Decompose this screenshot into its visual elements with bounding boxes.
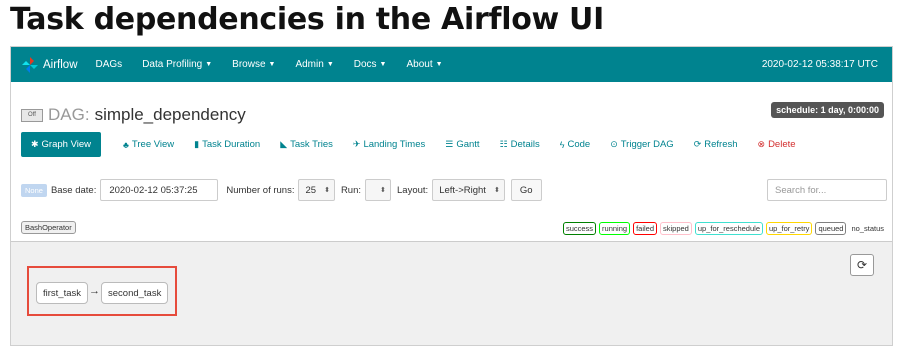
plane-icon: ◣ [280, 139, 288, 149]
dag-graph-canvas[interactable]: ⟳ first_task → second_task [11, 241, 892, 345]
bar-chart-icon: ▮ [194, 139, 200, 149]
state-skipped[interactable]: skipped [660, 222, 692, 235]
chevron-down-icon: ▼ [268, 61, 276, 68]
tab-label: Code [567, 139, 591, 150]
delete-icon: ⊗ [757, 139, 766, 149]
base-date-input[interactable]: 2020-02-12 05:37:25 [100, 179, 219, 201]
refresh-icon: ⟳ [693, 139, 702, 149]
chevron-down-icon: ▼ [379, 61, 387, 68]
tab-label: Refresh [704, 139, 738, 150]
nav-docs[interactable]: Docs ▼ [354, 59, 387, 70]
tab-task-tries[interactable]: ◣ Task Tries [280, 139, 333, 150]
view-tabs: ✱ Graph View ♣ Tree View ▮ Task Duration ◣ T… [21, 132, 816, 157]
landing-icon: ✈ [352, 139, 361, 149]
nav-label: Browse [232, 59, 266, 70]
updown-icon: ⬍ [380, 187, 386, 194]
dependency-arrow: → [89, 285, 100, 297]
state-running[interactable]: running [599, 222, 631, 235]
state-success[interactable]: success [562, 222, 597, 235]
search-input[interactable]: Search for... [767, 179, 887, 201]
slide-title: Task dependencies in the Airflow UI [10, 2, 604, 37]
chevron-down-icon: ▼ [435, 61, 443, 68]
top-navbar: Airflow DAGs Data Profiling ▼ Browse ▼ Adm… [11, 47, 892, 82]
schedule-badge: schedule: 1 day, 0:00:00 [771, 102, 884, 118]
nav-about[interactable]: About ▼ [406, 59, 442, 70]
tab-label: Task Duration [202, 139, 261, 150]
play-circle-icon: ⊙ [610, 139, 618, 149]
tab-details[interactable]: ☷ Details [500, 139, 540, 150]
updown-icon: ⬍ [324, 187, 330, 194]
base-date-value: 2020-02-12 05:37:25 [109, 184, 198, 196]
layout-value: Left->Right [439, 184, 486, 196]
chevron-down-icon: ▼ [205, 61, 213, 68]
state-legend: success running failed skipped up_for_re… [560, 222, 886, 235]
runs-label: Number of runs: [226, 184, 295, 196]
tab-label: Details [510, 139, 540, 150]
tab-label: Graph View [41, 139, 92, 150]
flash-icon: ϟ [559, 139, 565, 150]
tab-task-duration[interactable]: ▮ Task Duration [194, 139, 260, 150]
list-icon: ☷ [499, 139, 508, 149]
nav-label: Docs [353, 59, 377, 70]
nav-dags[interactable]: DAGs [96, 59, 123, 70]
airflow-logo[interactable]: Airflow [21, 56, 78, 74]
tab-label: Landing Times [363, 139, 426, 150]
tab-label: Delete [768, 139, 796, 150]
gantt-icon: ☰ [445, 139, 454, 149]
nav-label: Data Profiling [142, 59, 203, 70]
state-no-status[interactable]: no_status [849, 223, 886, 234]
none-badge: None [21, 183, 47, 197]
task-node-second-task[interactable]: second_task [101, 282, 169, 304]
go-button[interactable]: Go [510, 179, 542, 201]
run-select[interactable]: ⬍ [365, 179, 392, 201]
nav-browse[interactable]: Browse ▼ [232, 59, 275, 70]
nav-data-profiling[interactable]: Data Profiling ▼ [142, 59, 212, 70]
tree-icon: ♣ [123, 139, 129, 150]
tab-tree-view[interactable]: ♣ Tree View [123, 139, 174, 150]
graph-controls: None Base date: 2020-02-12 05:37:25 Numb… [21, 179, 542, 201]
runs-value: 25 [305, 184, 317, 196]
operator-legend-chip: BashOperator [21, 221, 76, 234]
layout-select[interactable]: Left->Right ⬍ [432, 179, 505, 201]
refresh-icon: ⟳ [856, 258, 868, 272]
tab-label: Task Tries [290, 139, 333, 150]
updown-icon: ⬍ [493, 187, 500, 194]
nav-label: DAGs [95, 59, 123, 70]
tab-gantt[interactable]: ☰ Gantt [445, 139, 479, 150]
base-date-label: Base date: [50, 184, 97, 196]
tab-trigger-dag[interactable]: ⊙ Trigger DAG [610, 139, 674, 150]
tab-refresh[interactable]: ⟳ Refresh [694, 139, 738, 150]
nav-label: Admin [295, 59, 324, 70]
state-failed[interactable]: failed [633, 222, 657, 235]
brand-name: Airflow [43, 58, 78, 71]
asterisk-icon: ✱ [31, 139, 39, 149]
dag-label: DAG: [48, 105, 90, 124]
chevron-down-icon: ▼ [326, 61, 334, 68]
utc-clock: 2020-02-12 05:38:17 UTC [761, 59, 878, 70]
state-up-for-retry[interactable]: up_for_retry [766, 222, 813, 235]
refresh-graph-button[interactable]: ⟳ [850, 254, 874, 276]
nav-admin[interactable]: Admin ▼ [295, 59, 333, 70]
runs-select[interactable]: 25 ⬍ [298, 179, 335, 201]
nav-label: About [406, 59, 433, 70]
layout-label: Layout: [397, 184, 429, 196]
airflow-window: Airflow DAGs Data Profiling ▼ Browse ▼ Adm… [10, 46, 893, 346]
tab-label: Tree View [131, 139, 175, 150]
tab-delete[interactable]: ⊗ Delete [758, 139, 796, 150]
dag-pause-toggle[interactable]: Off [21, 108, 43, 122]
tab-label: Trigger DAG [620, 139, 674, 150]
state-up-for-reschedule[interactable]: up_for_reschedule [694, 222, 763, 235]
task-node-first-task[interactable]: first_task [36, 282, 89, 304]
state-queued[interactable]: queued [815, 222, 847, 235]
tab-label: Gantt [456, 139, 480, 150]
dag-id: simple_dependency [94, 105, 246, 124]
tab-landing-times[interactable]: ✈ Landing Times [353, 139, 425, 150]
pinwheel-icon [22, 56, 38, 73]
tab-code[interactable]: ϟ Code [560, 139, 590, 150]
dag-header: Off DAG: simple_dependency [21, 105, 246, 125]
tab-graph-view[interactable]: ✱ Graph View [21, 132, 102, 157]
run-label: Run: [340, 184, 362, 196]
